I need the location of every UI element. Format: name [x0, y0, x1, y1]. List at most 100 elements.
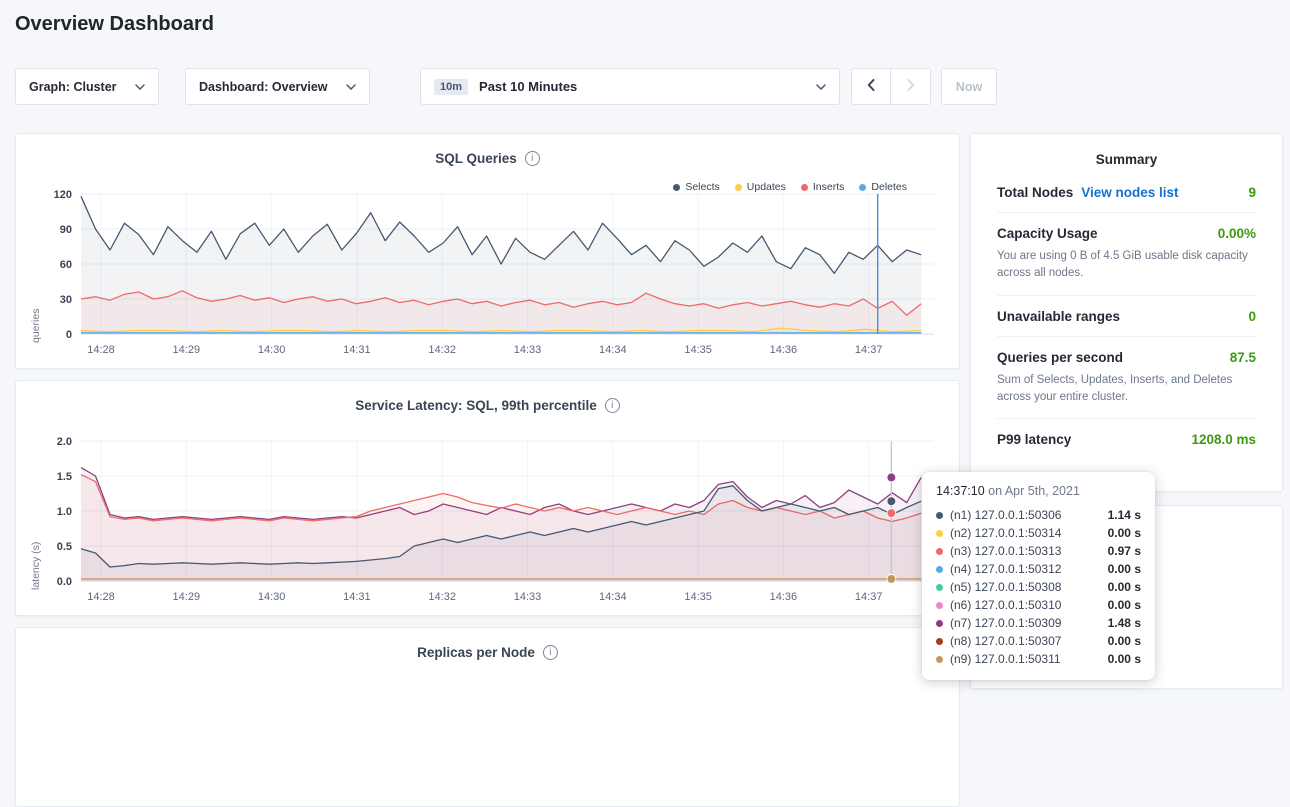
tooltip-node-value: 1.14 s: [1108, 508, 1141, 522]
queries-per-second-description: Sum of Selects, Updates, Inserts, and De…: [997, 372, 1256, 407]
svg-text:1.5: 1.5: [57, 471, 72, 483]
svg-text:14:29: 14:29: [173, 344, 201, 356]
unavailable-ranges-value: 0: [1248, 309, 1256, 324]
tooltip-node-label: (n2) 127.0.0.1:50314: [950, 526, 1061, 540]
tooltip-row: (n3) 127.0.0.1:50313 0.97 s: [936, 542, 1141, 560]
info-icon[interactable]: i: [525, 151, 540, 166]
replicas-per-node-panel: Replicas per Node i: [15, 627, 960, 807]
view-nodes-list-link[interactable]: View nodes list: [1081, 185, 1178, 200]
tooltip-node-value: 0.00 s: [1108, 526, 1141, 540]
time-prev-button[interactable]: [851, 68, 891, 105]
tooltip-node-label: (n5) 127.0.0.1:50308: [950, 580, 1061, 594]
queries-per-second-value: 87.5: [1230, 350, 1256, 365]
time-range-selector[interactable]: 10m Past 10 Minutes: [420, 68, 840, 105]
service-latency-panel: Service Latency: SQL, 99th percentile i …: [15, 380, 960, 616]
capacity-usage-value: 0.00%: [1218, 226, 1256, 241]
service-latency-title: Service Latency: SQL, 99th percentile: [355, 398, 597, 413]
dashboard-dropdown[interactable]: Dashboard: Overview: [185, 68, 370, 105]
svg-text:60: 60: [60, 259, 72, 271]
time-next-button[interactable]: [891, 68, 931, 105]
svg-text:14:28: 14:28: [87, 344, 115, 356]
time-range-label: Past 10 Minutes: [479, 79, 577, 94]
tooltip-node-value: 0.00 s: [1108, 562, 1141, 576]
chevron-down-icon: [346, 84, 356, 90]
summary-title: Summary: [971, 134, 1282, 175]
chevron-down-icon: [135, 84, 145, 90]
capacity-usage-description: You are using 0 B of 4.5 GiB usable disk…: [997, 248, 1256, 283]
chevron-right-icon: [907, 79, 915, 94]
replicas-per-node-title: Replicas per Node: [417, 645, 535, 660]
svg-text:90: 90: [60, 224, 72, 236]
unavailable-ranges-label: Unavailable ranges: [997, 309, 1120, 324]
tooltip-node-value: 0.00 s: [1108, 598, 1141, 612]
graph-dropdown-label: Graph: Cluster: [29, 80, 117, 94]
tooltip-node-label: (n4) 127.0.0.1:50312: [950, 562, 1061, 576]
tooltip-date: on Apr 5th, 2021: [988, 484, 1080, 498]
total-nodes-label: Total Nodes: [997, 185, 1073, 200]
info-icon[interactable]: i: [605, 398, 620, 413]
sql-queries-title: SQL Queries: [435, 151, 517, 166]
series-dot-icon: [936, 602, 943, 609]
tooltip-row: (n4) 127.0.0.1:50312 0.00 s: [936, 560, 1141, 578]
svg-text:14:36: 14:36: [770, 344, 798, 356]
sql-queries-panel: SQL Queries i SelectsUpdatesInsertsDelet…: [15, 133, 960, 369]
unavailable-ranges-section: Unavailable ranges 0: [997, 295, 1256, 336]
svg-text:2.0: 2.0: [57, 436, 72, 448]
svg-text:14:28: 14:28: [87, 591, 115, 603]
tooltip-node-label: (n9) 127.0.0.1:50311: [950, 652, 1061, 666]
chevron-down-icon: [816, 84, 826, 90]
tooltip-rows: (n1) 127.0.0.1:50306 1.14 s (n2) 127.0.0.1…: [936, 506, 1141, 668]
series-dot-icon: [936, 548, 943, 555]
tooltip-row: (n6) 127.0.0.1:50310 0.00 s: [936, 596, 1141, 614]
tooltip-node-label: (n6) 127.0.0.1:50310: [950, 598, 1061, 612]
tooltip-node-value: 0.97 s: [1108, 544, 1141, 558]
tooltip-title: 14:37:10 on Apr 5th, 2021: [936, 484, 1141, 498]
series-dot-icon: [936, 530, 943, 537]
time-step-buttons: [851, 68, 931, 105]
total-nodes-section: Total Nodes View nodes list 9: [997, 175, 1256, 212]
p99-latency-label: P99 latency: [997, 432, 1071, 447]
series-dot-icon: [936, 566, 943, 573]
svg-text:14:35: 14:35: [684, 591, 712, 603]
tooltip-node-value: 1.48 s: [1108, 616, 1141, 630]
tooltip-node-label: (n1) 127.0.0.1:50306: [950, 508, 1061, 522]
tooltip-node-label: (n7) 127.0.0.1:50309: [950, 616, 1061, 630]
svg-text:14:31: 14:31: [343, 344, 371, 356]
svg-text:30: 30: [60, 294, 72, 306]
capacity-usage-label: Capacity Usage: [997, 226, 1098, 241]
latency-plot[interactable]: 14:2814:2914:3014:3114:3214:3314:3414:35…: [31, 433, 936, 605]
svg-text:14:34: 14:34: [599, 344, 627, 356]
tooltip-row: (n1) 127.0.0.1:50306 1.14 s: [936, 506, 1141, 524]
tooltip-node-label: (n3) 127.0.0.1:50313: [950, 544, 1061, 558]
info-icon[interactable]: i: [543, 645, 558, 660]
summary-panel: Summary Total Nodes View nodes list 9 Ca…: [970, 133, 1283, 492]
svg-text:14:37: 14:37: [855, 591, 883, 603]
page-title: Overview Dashboard: [15, 13, 214, 36]
p99-latency-value: 1208.0 ms: [1191, 432, 1256, 447]
svg-text:14:33: 14:33: [514, 344, 542, 356]
capacity-usage-section: Capacity Usage 0.00% You are using 0 B o…: [997, 212, 1256, 295]
tooltip-row: (n2) 127.0.0.1:50314 0.00 s: [936, 524, 1141, 542]
series-dot-icon: [936, 656, 943, 663]
svg-text:14:36: 14:36: [770, 591, 798, 603]
svg-text:14:37: 14:37: [855, 344, 883, 356]
time-range-badge: 10m: [434, 79, 468, 95]
svg-text:120: 120: [54, 189, 72, 201]
series-dot-icon: [936, 512, 943, 519]
svg-text:14:29: 14:29: [173, 591, 201, 603]
tooltip-node-value: 0.00 s: [1108, 580, 1141, 594]
tooltip-node-value: 0.00 s: [1108, 652, 1141, 666]
p99-latency-section: P99 latency 1208.0 ms: [997, 418, 1256, 459]
chevron-left-icon: [867, 79, 875, 94]
svg-text:0.0: 0.0: [57, 576, 72, 588]
series-dot-icon: [936, 620, 943, 627]
graph-dropdown[interactable]: Graph: Cluster: [15, 68, 159, 105]
sql-queries-plot[interactable]: 14:2814:2914:3014:3114:3214:3314:3414:35…: [31, 186, 936, 358]
tooltip-row: (n7) 127.0.0.1:50309 1.48 s: [936, 614, 1141, 632]
svg-text:1.0: 1.0: [57, 506, 72, 518]
svg-text:14:34: 14:34: [599, 591, 627, 603]
queries-per-second-section: Queries per second 87.5 Sum of Selects, …: [997, 336, 1256, 419]
tooltip-node-value: 0.00 s: [1108, 634, 1141, 648]
tooltip-time: 14:37:10: [936, 484, 985, 498]
now-button[interactable]: Now: [941, 68, 997, 105]
